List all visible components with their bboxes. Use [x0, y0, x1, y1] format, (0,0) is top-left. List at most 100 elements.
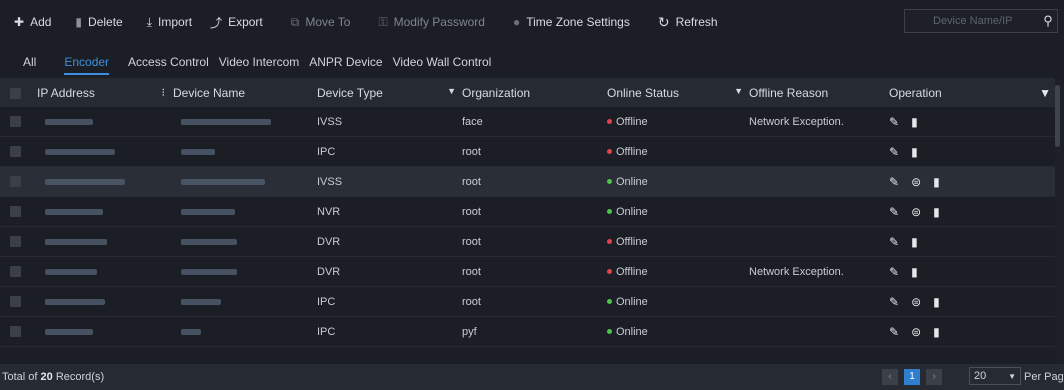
edit-icon[interactable]: ✎ [889, 115, 899, 129]
refresh-button[interactable]: ↻ Refresh [658, 14, 718, 31]
name-cell [173, 226, 317, 257]
search-box: ⚲ [904, 9, 1058, 33]
filter-dropdown-icon[interactable]: ▼ [447, 86, 456, 96]
prev-page-button[interactable]: ‹ [882, 369, 898, 385]
column-organization: Organization [462, 78, 607, 107]
table-row[interactable]: IPC pyf Online ✎ ⊜ ▮ [0, 316, 1055, 347]
row-checkbox[interactable] [10, 206, 21, 218]
status-dot [607, 299, 612, 305]
config-icon[interactable]: ⊜ [911, 325, 921, 339]
export-button[interactable]: ⤴ Export [210, 14, 263, 31]
trash-icon[interactable]: ▮ [911, 265, 918, 279]
config-icon[interactable]: ⊜ [911, 175, 921, 189]
trash-icon[interactable]: ▮ [911, 145, 918, 159]
key-icon: ⚿ [378, 14, 388, 29]
redacted-ip [45, 298, 105, 305]
table-row[interactable]: DVR root Offline ✎ ▮ [0, 226, 1055, 257]
tab-encoder[interactable]: Encoder [64, 55, 109, 78]
time-zone-settings-button[interactable]: ● Time Zone Settings [513, 15, 630, 29]
ip-cell [37, 136, 173, 167]
reason-cell [749, 226, 889, 257]
reason-cell [749, 196, 889, 227]
modify-password-button[interactable]: ⚿ Modify Password [378, 15, 485, 30]
tab-access-control[interactable]: Access Control [128, 55, 209, 78]
ip-cell [37, 256, 173, 287]
type-cell: IPC [317, 286, 462, 317]
trash-icon[interactable]: ▮ [933, 205, 940, 219]
row-checkbox[interactable] [10, 116, 21, 128]
reason-cell [749, 166, 889, 197]
status-cell: Offline [607, 226, 749, 257]
row-checkbox[interactable] [10, 296, 21, 308]
trash-icon[interactable]: ▮ [933, 295, 940, 309]
row-checkbox[interactable] [10, 146, 21, 158]
column-filter-icon[interactable]: ▼ [1039, 86, 1051, 100]
operation-cell: ✎ ▮ [889, 107, 1055, 137]
next-page-button[interactable]: › [926, 369, 942, 385]
config-icon[interactable]: ⊜ [911, 205, 921, 219]
tab-video-intercom[interactable]: Video Intercom [219, 55, 300, 78]
edit-icon[interactable]: ✎ [889, 295, 899, 309]
select-all-checkbox[interactable] [10, 87, 21, 99]
redacted-name [181, 178, 265, 185]
trash-icon[interactable]: ▮ [911, 115, 918, 129]
scrollbar-thumb[interactable] [1055, 85, 1060, 147]
type-cell: DVR [317, 226, 462, 257]
import-button[interactable]: ⤓ Import [147, 15, 192, 30]
name-cell [173, 107, 317, 137]
operation-cell: ✎ ⊜ ▮ [889, 316, 1055, 347]
add-button[interactable]: ✚ Add [14, 15, 51, 29]
operation-cell: ✎ ⊜ ▮ [889, 196, 1055, 227]
config-icon[interactable]: ⊜ [911, 295, 921, 309]
status-cell: Online [607, 196, 749, 227]
table-row[interactable]: DVR root Offline Network Exception. ✎ ▮ [0, 256, 1055, 287]
tab-anpr-device[interactable]: ANPR Device [309, 55, 382, 78]
table-row[interactable]: IPC root Online ✎ ⊜ ▮ [0, 286, 1055, 317]
reason-cell [749, 316, 889, 347]
search-icon[interactable]: ⚲ [1039, 13, 1057, 29]
ip-cell [37, 316, 173, 347]
trash-icon: ▮ [75, 15, 83, 29]
status-cell: Offline [607, 256, 749, 287]
redacted-ip [45, 328, 93, 335]
edit-icon[interactable]: ✎ [889, 205, 899, 219]
org-cell: root [462, 286, 607, 317]
edit-icon[interactable]: ✎ [889, 175, 899, 189]
table-row[interactable]: IVSS root Online ✎ ⊜ ▮ [0, 166, 1055, 197]
filter-dropdown-icon[interactable]: ▼ [734, 86, 743, 96]
redacted-name [181, 238, 237, 245]
row-checkbox[interactable] [10, 326, 21, 338]
row-checkbox[interactable] [10, 176, 21, 188]
page-button[interactable]: 1 [904, 369, 920, 385]
edit-icon[interactable]: ✎ [889, 265, 899, 279]
edit-icon[interactable]: ✎ [889, 235, 899, 249]
per-page-select[interactable]: 20 ▼ [969, 367, 1021, 385]
operation-cell: ✎ ⊜ ▮ [889, 286, 1055, 317]
delete-button[interactable]: ▮ Delete [75, 15, 122, 29]
ip-cell [37, 107, 173, 137]
search-input[interactable] [905, 14, 1039, 28]
org-cell: root [462, 226, 607, 257]
table-row[interactable]: IPC root Offline ✎ ▮ [0, 136, 1055, 167]
row-checkbox[interactable] [10, 266, 21, 278]
trash-icon[interactable]: ▮ [933, 175, 940, 189]
tab-video-wall-control[interactable]: Video Wall Control [393, 55, 492, 78]
org-cell: face [462, 107, 607, 137]
clock-icon: ● [512, 15, 521, 29]
redacted-ip [45, 268, 97, 275]
redacted-ip [45, 148, 115, 155]
row-checkbox[interactable] [10, 236, 21, 248]
sort-icon[interactable]: ⁝ [162, 86, 166, 99]
column-online-status: Online Status ▼ [607, 78, 749, 107]
reason-cell [749, 136, 889, 167]
table-row[interactable]: IVSS face Offline Network Exception. ✎ ▮ [0, 107, 1055, 137]
table-row[interactable]: NVR root Online ✎ ⊜ ▮ [0, 196, 1055, 227]
import-icon: ⤓ [146, 14, 153, 29]
redacted-name [181, 328, 201, 335]
move-to-button[interactable]: ⧉ Move To [291, 15, 351, 30]
edit-icon[interactable]: ✎ [889, 325, 899, 339]
tab-all[interactable]: All [23, 55, 36, 78]
trash-icon[interactable]: ▮ [933, 325, 940, 339]
trash-icon[interactable]: ▮ [911, 235, 918, 249]
edit-icon[interactable]: ✎ [889, 145, 899, 159]
